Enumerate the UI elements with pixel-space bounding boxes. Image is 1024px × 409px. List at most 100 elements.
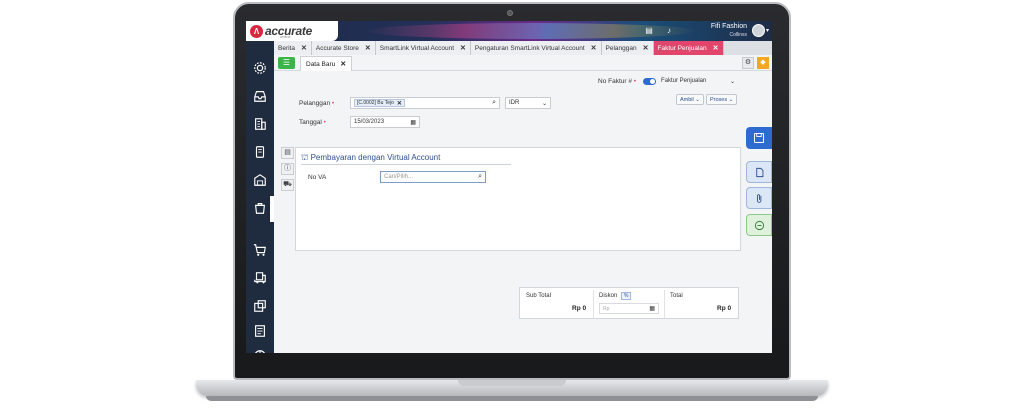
total-value: Rp 0 bbox=[717, 305, 732, 312]
invoice-type-select[interactable]: Faktur Penjualan ⌄ bbox=[658, 75, 738, 87]
report-icon[interactable] bbox=[253, 299, 267, 313]
currency-select[interactable]: IDR ⌄ bbox=[505, 97, 551, 109]
subtab-label: Data Baru bbox=[306, 60, 336, 68]
diskon-label: Diskon bbox=[599, 293, 618, 299]
close-icon[interactable]: ✕ bbox=[460, 44, 466, 52]
subtotal-value: Rp 0 bbox=[572, 305, 587, 312]
close-icon[interactable]: ✕ bbox=[301, 44, 307, 52]
no-va-input[interactable]: Cari/Pilih... ⌕ bbox=[380, 171, 486, 183]
warehouse-icon[interactable] bbox=[253, 173, 267, 187]
diskon-input[interactable]: Rp ▦ bbox=[599, 303, 659, 314]
file-icon bbox=[755, 167, 763, 177]
diskon-placeholder: Rp bbox=[603, 305, 610, 312]
total-label: Total bbox=[670, 293, 683, 299]
more-icon bbox=[754, 220, 764, 230]
more-actions-button[interactable] bbox=[746, 214, 772, 236]
attachment-button[interactable] bbox=[746, 187, 772, 209]
customer-chip: [C.0002] Bu Tejo ✕ bbox=[354, 99, 405, 107]
no-va-label: No VA bbox=[308, 174, 327, 181]
tab-label: Pengaturan SmartLink Virtual Account bbox=[474, 44, 585, 52]
ledger-icon[interactable] bbox=[253, 324, 267, 338]
tab-faktur-penjualan[interactable]: Faktur Penjualan ✕ bbox=[653, 41, 724, 55]
close-icon[interactable]: ✕ bbox=[713, 44, 719, 52]
no-va-placeholder: Cari/Pilih... bbox=[384, 174, 414, 180]
avatar[interactable] bbox=[752, 24, 765, 37]
help-button[interactable]: ◆ bbox=[757, 57, 769, 69]
close-icon[interactable]: ✕ bbox=[643, 44, 649, 52]
user-name: Fifi Fashion bbox=[710, 23, 747, 30]
remove-chip-icon[interactable]: ✕ bbox=[397, 100, 402, 107]
tab-accurate-store[interactable]: Accurate Store ✕ bbox=[311, 41, 376, 55]
app-logo[interactable]: Λ accurate online bbox=[246, 21, 338, 41]
currency-value: IDR bbox=[509, 100, 520, 106]
detail-tab-icon[interactable]: ▤ bbox=[281, 147, 294, 159]
tab-label: SmartLink Virtual Account bbox=[379, 44, 455, 52]
inbox-icon[interactable] bbox=[253, 89, 267, 103]
save-button[interactable] bbox=[746, 127, 772, 149]
panel-divider bbox=[301, 164, 511, 165]
proses-button[interactable]: Proses ⌄ bbox=[706, 94, 738, 105]
tab-pelanggan[interactable]: Pelanggan ✕ bbox=[601, 41, 654, 55]
tab-data-baru[interactable]: Data Baru ✕ bbox=[300, 56, 353, 71]
close-icon[interactable]: ✕ bbox=[365, 44, 371, 52]
logo-subtext: online bbox=[280, 34, 291, 39]
totals-box: Sub Total Rp 0 Diskon % Rp ▦ Total Rp 0 bbox=[519, 287, 739, 319]
search-icon[interactable]: ⌕ bbox=[492, 99, 496, 107]
shipping-tab-icon[interactable]: ⛟ bbox=[281, 179, 294, 191]
chevron-down-icon: ⌄ bbox=[695, 96, 700, 103]
user-company: Collinss bbox=[729, 32, 747, 38]
search-icon[interactable]: ⌕ bbox=[478, 173, 482, 181]
invoice-type-value: Faktur Penjualan bbox=[661, 78, 707, 84]
tanggal-label: Tanggal • bbox=[299, 119, 326, 126]
no-faktur-label: No Faktur # • bbox=[598, 78, 637, 85]
menu-icon[interactable]: ☰ bbox=[278, 57, 295, 69]
truck-icon[interactable] bbox=[253, 271, 267, 285]
tab-smartlink-va[interactable]: SmartLink Virtual Account ✕ bbox=[375, 41, 471, 55]
info-tab-icon[interactable]: ⓘ bbox=[281, 163, 294, 175]
close-icon[interactable]: ✕ bbox=[340, 60, 346, 68]
calculator-icon[interactable]: ▦ bbox=[649, 305, 655, 312]
gear-icon[interactable] bbox=[253, 61, 267, 75]
building-icon[interactable] bbox=[253, 117, 267, 131]
close-icon[interactable]: ✕ bbox=[591, 44, 597, 52]
document-button[interactable] bbox=[746, 161, 772, 183]
tab-label: Pelanggan bbox=[605, 44, 637, 52]
cart-icon[interactable] bbox=[253, 243, 267, 257]
proses-label: Proses bbox=[710, 96, 728, 103]
app-screen: Λ accurate online ▤ ♪ Fifi Fashion Colli… bbox=[246, 21, 772, 353]
tanggal-value: 15/03/2023 bbox=[354, 119, 385, 125]
ambil-button[interactable]: Ambil ⌄ bbox=[676, 94, 704, 105]
logo-mark-icon: Λ bbox=[250, 24, 263, 38]
bag-icon[interactable] bbox=[253, 201, 267, 215]
bank-icon: ⛫ bbox=[301, 153, 309, 162]
tab-berita[interactable]: Berita ✕ bbox=[274, 41, 312, 55]
chevron-down-icon: ⌄ bbox=[729, 78, 735, 85]
chevron-down-icon: ⌄ bbox=[728, 96, 734, 103]
bell-icon[interactable]: ♪ bbox=[664, 26, 674, 36]
laptop-notch bbox=[458, 380, 566, 386]
document-icon[interactable]: ▤ bbox=[644, 26, 654, 36]
chevron-down-icon[interactable]: ▾ bbox=[766, 27, 769, 34]
chart-icon[interactable] bbox=[253, 349, 267, 353]
subtotal-label: Sub Total bbox=[526, 293, 551, 299]
ambil-label: Ambil bbox=[680, 96, 694, 103]
tablet-icon[interactable] bbox=[253, 145, 267, 159]
tab-label: Berita bbox=[278, 44, 295, 52]
discount-percent-toggle[interactable]: % bbox=[621, 292, 632, 300]
webcam bbox=[507, 10, 513, 16]
calendar-icon[interactable]: ▦ bbox=[410, 119, 416, 126]
tanggal-input[interactable]: 15/03/2023 ▦ bbox=[350, 116, 420, 128]
save-icon bbox=[753, 132, 765, 144]
divider bbox=[593, 290, 594, 318]
form-tab-bar: ☰ Data Baru ✕ ⚙ ◆ bbox=[274, 55, 772, 71]
tab-pengaturan-smartlink[interactable]: Pengaturan SmartLink Virtual Account ✕ bbox=[470, 41, 602, 55]
auto-number-toggle[interactable] bbox=[643, 78, 656, 85]
divider bbox=[664, 290, 665, 318]
app-header: Λ accurate online ▤ ♪ Fifi Fashion Colli… bbox=[246, 21, 772, 41]
chevron-down-icon: ⌄ bbox=[541, 100, 547, 107]
tab-label: Faktur Penjualan bbox=[657, 44, 707, 52]
settings-button[interactable]: ⚙ bbox=[742, 57, 754, 69]
document-tabs: Berita ✕ Accurate Store ✕ SmartLink Virtua… bbox=[274, 41, 772, 55]
tab-label: Accurate Store bbox=[315, 44, 359, 52]
pelanggan-input[interactable]: [C.0002] Bu Tejo ✕ ⌕ bbox=[350, 97, 500, 109]
